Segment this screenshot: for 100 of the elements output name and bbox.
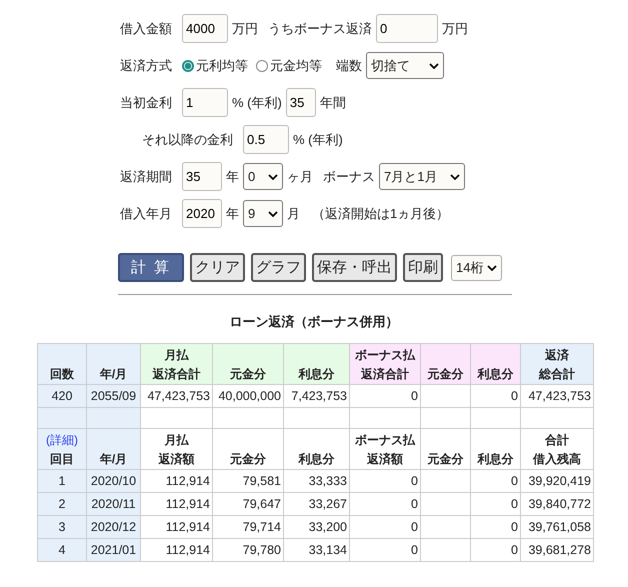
field-label: うちボーナス返済 <box>268 20 372 38</box>
column-header: 年/月 <box>86 344 140 384</box>
method-radio[interactable]: 元利均等 <box>182 56 248 74</box>
unit-label: ヶ月 <box>287 168 313 186</box>
unit-label: 月 <box>287 204 300 222</box>
table-cell: 79,780 <box>212 538 284 562</box>
unit-label: 年間 <box>320 94 346 112</box>
table-cell: 79,647 <box>212 492 284 516</box>
table-cell: 39,920,419 <box>520 470 594 492</box>
table-cell: 39,681,278 <box>520 538 594 562</box>
calculate-button[interactable]: 計 算 <box>118 253 184 282</box>
period-years-input[interactable]: 35 <box>182 162 222 191</box>
action-button[interactable]: クリア <box>190 253 245 282</box>
caret-icon <box>268 174 278 180</box>
start-year-input[interactable]: 2020 <box>182 199 222 228</box>
rounding-select[interactable]: 切捨て <box>366 52 444 79</box>
digits-select[interactable]: 14桁 <box>451 254 502 280</box>
column-header: 元金分 <box>420 428 470 470</box>
bonus-amount-input[interactable]: 0 <box>376 14 438 43</box>
table-title: ローン返済（ボーナス併用） <box>228 313 400 331</box>
column-header: 元金分 <box>212 428 284 470</box>
table-cell: 112,914 <box>140 538 212 562</box>
table-cell: 112,914 <box>140 516 212 538</box>
table-cell: 2020/11 <box>86 492 140 516</box>
column-header: ボーナス払 返済額 <box>350 428 420 470</box>
table-cell: 112,914 <box>140 492 212 516</box>
table-cell: 33,200 <box>284 516 350 538</box>
field-label: 返済方式 <box>120 56 172 74</box>
caret-icon <box>268 210 278 216</box>
unit-label: 万円 <box>442 20 468 38</box>
unit-label: 万円 <box>232 20 258 38</box>
unit-label: 年 <box>226 204 239 222</box>
method-radio[interactable]: 元金均等 <box>256 56 322 74</box>
column-header: 利息分 <box>470 344 520 384</box>
table-cell: 39,761,058 <box>520 516 594 538</box>
column-header: 回目 <box>50 452 74 466</box>
table-cell: 0 <box>350 492 420 516</box>
unit-label: % (年利) <box>232 94 282 112</box>
table-cell: 0 <box>350 538 420 562</box>
table-cell: 47,423,753 <box>140 384 212 408</box>
field-label: 返済期間 <box>120 168 172 186</box>
unit-label: 年 <box>226 168 239 186</box>
bonus-months-select[interactable]: 7月と1月 <box>379 163 465 190</box>
unit-label: % (年利) <box>293 130 343 148</box>
field-label: ボーナス <box>323 168 375 186</box>
caret-icon <box>487 264 497 270</box>
action-button[interactable]: グラフ <box>251 253 306 282</box>
column-header: 利息分 <box>470 428 520 470</box>
action-button[interactable]: 印刷 <box>403 253 443 282</box>
column-header: 元金分 <box>420 344 470 384</box>
table-cell: 2020/12 <box>86 516 140 538</box>
column-header: 返済 総合計 <box>520 344 594 384</box>
field-label: 借入年月 <box>120 204 172 222</box>
table-cell: 0 <box>350 470 420 492</box>
field-label: 借入金額 <box>120 20 172 38</box>
column-header: 月払 返済合計 <box>140 344 212 384</box>
column-header: 合計 借入残高 <box>520 428 594 470</box>
loan-amount-input[interactable]: 4000 <box>182 14 228 43</box>
table-cell: 33,134 <box>284 538 350 562</box>
column-header: 利息分 <box>284 428 350 470</box>
field-label: 端数 <box>336 56 362 74</box>
caret-icon <box>450 174 460 180</box>
table-cell: 47,423,753 <box>520 384 594 408</box>
table-cell: 33,267 <box>284 492 350 516</box>
column-header: 月払 返済額 <box>140 428 212 470</box>
initial-rate-input[interactable]: 1 <box>182 88 228 117</box>
table-cell: 1 <box>38 470 86 492</box>
table-cell: 0 <box>470 492 520 516</box>
details-link[interactable]: (詳細) <box>46 433 78 447</box>
table-cell: 79,714 <box>212 516 284 538</box>
note-text: （返済開始は1ヵ月後） <box>312 204 450 222</box>
caret-icon <box>429 62 439 68</box>
later-rate-input[interactable]: 0.5 <box>243 125 289 154</box>
table-cell: 2020/10 <box>86 470 140 492</box>
period-months-select[interactable]: 0 <box>243 163 283 190</box>
table-cell: 7,423,753 <box>284 384 350 408</box>
action-button[interactable]: 保存・呼出 <box>312 253 397 282</box>
table-cell: 4 <box>38 538 86 562</box>
initial-years-input[interactable]: 35 <box>286 88 316 117</box>
table-cell: 39,840,772 <box>520 492 594 516</box>
table-cell: 0 <box>470 516 520 538</box>
field-label: それ以降の金利 <box>142 130 233 148</box>
column-header: 回数 <box>38 344 86 384</box>
table-cell: 0 <box>350 384 420 408</box>
table-cell: 112,914 <box>140 470 212 492</box>
table-cell: 79,581 <box>212 470 284 492</box>
table-cell: 40,000,000 <box>212 384 284 408</box>
start-month-select[interactable]: 9 <box>243 200 283 227</box>
column-header: 元金分 <box>212 344 284 384</box>
table-cell: 2055/09 <box>86 384 140 408</box>
table-cell: 0 <box>470 470 520 492</box>
table-cell: 2 <box>38 492 86 516</box>
table-cell: 2021/01 <box>86 538 140 562</box>
table-cell: 0 <box>470 538 520 562</box>
column-header: 利息分 <box>284 344 350 384</box>
table-cell: 420 <box>38 384 86 408</box>
table-cell: 0 <box>350 516 420 538</box>
column-header: ボーナス払 返済合計 <box>350 344 420 384</box>
field-label: 当初金利 <box>120 94 172 112</box>
table-cell: 3 <box>38 516 86 538</box>
